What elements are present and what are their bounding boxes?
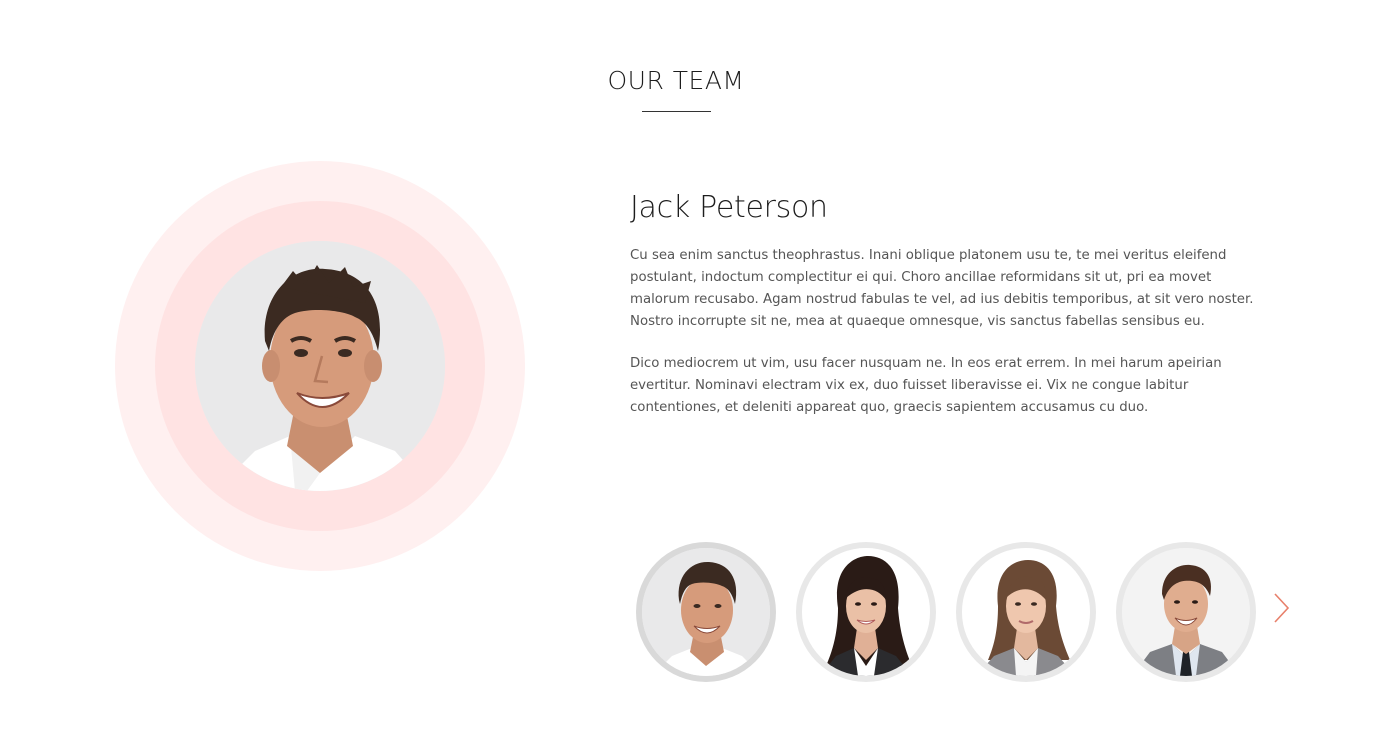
next-button[interactable] <box>1270 591 1294 625</box>
member-bio-paragraph: Dico mediocrem ut vim, usu facer nusquam… <box>630 356 1222 415</box>
member-bio-paragraph: Cu sea enim sanctus theophrastus. Inani … <box>630 248 1254 329</box>
portrait-outer-ring <box>115 161 525 571</box>
man-dark-hair-portrait-icon <box>195 241 445 491</box>
man-suit-tie-avatar-icon <box>1122 548 1250 676</box>
team-thumbnail-1[interactable] <box>636 542 776 682</box>
woman-light-brown-hair-avatar-icon <box>962 548 1090 676</box>
man-dark-hair-avatar-icon <box>642 548 770 676</box>
team-thumbnail-2[interactable] <box>796 542 936 682</box>
member-name: Jack Peterson <box>630 190 828 225</box>
woman-dark-hair-avatar-icon <box>802 548 930 676</box>
title-underline <box>642 111 711 112</box>
chevron-right-icon <box>1274 593 1290 623</box>
team-thumbnail-4[interactable] <box>1116 542 1256 682</box>
member-portrait <box>195 241 445 491</box>
section-title: OUR TEAM <box>607 66 745 95</box>
team-thumbnail-3[interactable] <box>956 542 1096 682</box>
portrait-middle-ring <box>155 201 485 531</box>
